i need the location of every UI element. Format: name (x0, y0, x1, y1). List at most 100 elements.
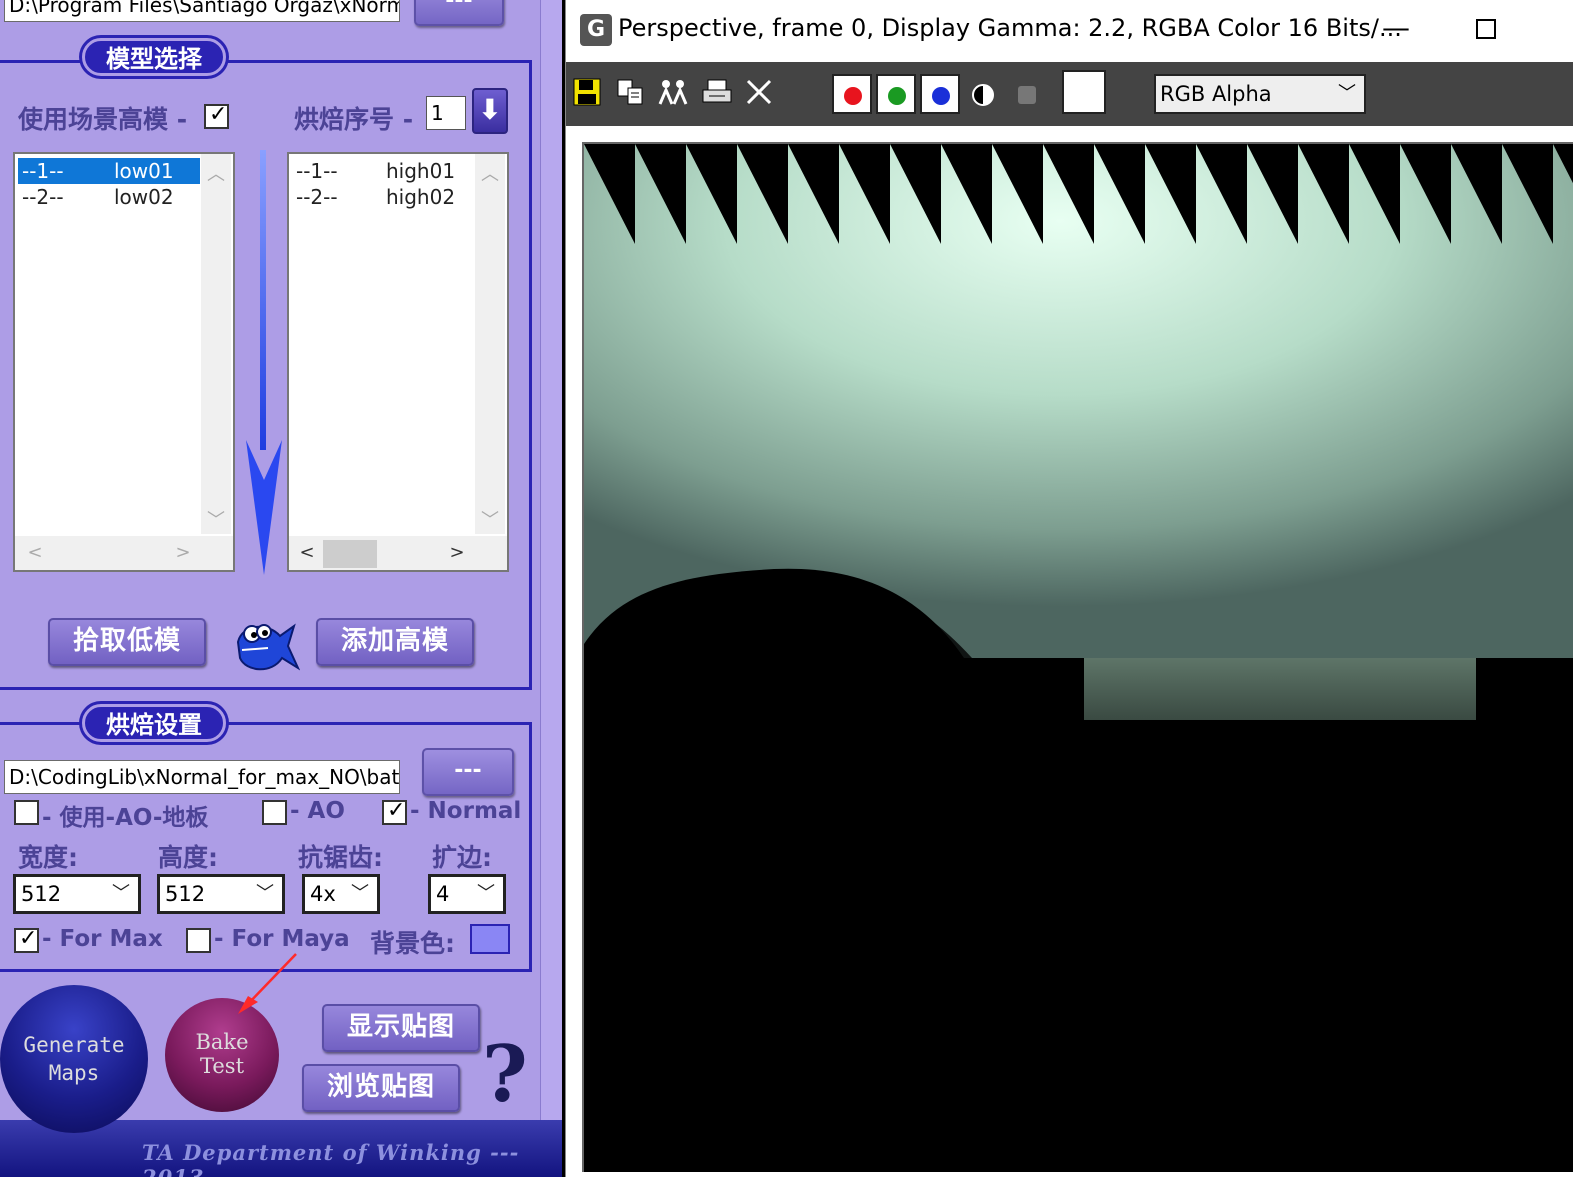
copy-icon[interactable] (614, 78, 648, 112)
ao-checkbox[interactable] (262, 800, 287, 825)
height-select[interactable]: 512 ﹀ (157, 874, 285, 914)
pick-low-button[interactable]: 拾取低模 (48, 618, 206, 666)
ao-label: - AO (290, 798, 345, 824)
frame-window: G Perspective, frame 0, Display Gamma: 2… (565, 0, 1573, 1177)
bake-index-down-button[interactable]: ⬇ (472, 88, 508, 134)
for-max-checkbox[interactable]: ✓ (14, 927, 39, 953)
list-item-index: --2-- (22, 185, 64, 209)
output-path-field[interactable]: D:\CodingLib\xNormal_for_max_NO\batc (4, 760, 400, 794)
browse-map-button[interactable]: 浏览贴图 (302, 1064, 460, 1112)
chevron-down-icon: ﹀ (351, 883, 369, 904)
use-ao-floor-label: - 使用-AO-地板 (42, 805, 209, 831)
list-item-index: --1-- (22, 159, 64, 183)
pad-label: 扩边: (432, 843, 492, 872)
check-icon: ✓ (387, 798, 406, 823)
high-list-hscroll[interactable]: < > (289, 536, 507, 570)
channel-select[interactable]: RGB Alpha ﹀ (1154, 74, 1366, 114)
show-map-button[interactable]: 显示贴图 (322, 1004, 480, 1052)
monochrome-icon[interactable] (972, 84, 994, 106)
width-label: 宽度: (18, 843, 78, 872)
help-icon[interactable]: ? (482, 1035, 528, 1115)
channel-select-value: RGB Alpha (1160, 82, 1272, 106)
flow-arrow-icon (246, 150, 282, 575)
close-button[interactable] (1556, 10, 1573, 50)
green-channel-button[interactable] (876, 74, 916, 114)
list-item-index: --1-- (296, 159, 338, 183)
list-item-name: high02 (386, 185, 456, 209)
bake-index-label: 烘焙序号 - (294, 105, 414, 134)
bg-color-label: 背景色: (370, 929, 455, 958)
bg-color-swatch[interactable] (470, 924, 510, 954)
bake-tool-panel: D:\Program Files\Santiago Orgaz\xNormal … (0, 0, 562, 1177)
maximize-button[interactable] (1466, 10, 1506, 50)
normal-checkbox[interactable]: ✓ (382, 798, 407, 825)
output-path-browse-button[interactable]: --- (422, 748, 514, 796)
list-item-name: low02 (114, 185, 174, 209)
scroll-down-icon[interactable]: ﹀ (204, 506, 228, 532)
chevron-down-icon: ﹀ (256, 883, 274, 904)
blue-channel-button[interactable] (920, 74, 960, 114)
bake-index-input[interactable]: 1 (426, 96, 466, 130)
top-path-field[interactable]: D:\Program Files\Santiago Orgaz\xNormal (4, 0, 400, 22)
list-item-index: --2-- (296, 185, 338, 209)
window-title: Perspective, frame 0, Display Gamma: 2.2… (618, 14, 1402, 42)
scroll-thumb[interactable] (323, 540, 377, 568)
high-poly-list[interactable]: --1-- high01 --2-- high02 ︿ ﹀ < > (287, 152, 509, 572)
aa-select-value: 4x (310, 882, 336, 906)
frame-toolbar: RGB Alpha ﹀ (566, 62, 1573, 126)
chevron-down-icon: ﹀ (112, 883, 130, 904)
list-item[interactable]: --2-- low02 (18, 184, 200, 210)
scroll-right-icon[interactable]: > (171, 542, 195, 563)
scroll-up-icon[interactable]: ︿ (204, 160, 228, 186)
aa-label: 抗锯齿: (298, 843, 383, 872)
width-select[interactable]: 512 ﹀ (13, 874, 141, 914)
scroll-up-icon[interactable]: ︿ (478, 160, 502, 186)
height-select-value: 512 (165, 882, 206, 906)
scroll-left-icon[interactable]: < (295, 542, 319, 563)
bake-test-label-line2: Test (199, 1054, 245, 1078)
high-list-vscroll[interactable]: ︿ ﹀ (475, 154, 505, 534)
low-poly-list[interactable]: --1-- low01 --2-- low02 ︿ ﹀ < > (13, 152, 235, 572)
scroll-right-icon[interactable]: > (445, 542, 469, 563)
aa-select[interactable]: 4x ﹀ (302, 874, 380, 914)
for-maya-checkbox[interactable] (186, 928, 211, 953)
generate-maps-label-line1: Generate (23, 1033, 125, 1057)
use-ao-floor-checkbox[interactable] (14, 800, 39, 825)
scroll-left-icon[interactable]: < (23, 542, 47, 563)
red-channel-button[interactable] (832, 74, 872, 114)
window-titlebar[interactable]: G Perspective, frame 0, Display Gamma: 2… (566, 0, 1573, 62)
render-image (584, 144, 1573, 1172)
alpha-channel-icon[interactable] (1018, 86, 1036, 104)
print-icon[interactable] (700, 78, 734, 112)
generate-maps-button[interactable]: Generate Maps (0, 985, 148, 1133)
scroll-down-icon[interactable]: ﹀ (478, 506, 502, 532)
bake-test-label-line1: Bake (195, 1030, 249, 1054)
fish-mascot-icon (236, 623, 300, 671)
use-scene-hi-checkbox[interactable]: ✓ (204, 103, 229, 129)
list-item-name: low01 (114, 159, 174, 183)
bake-group-title: 烘焙设置 (82, 704, 226, 742)
clear-icon[interactable] (742, 78, 776, 112)
render-viewport[interactable] (582, 142, 1573, 1172)
background-color-swatch[interactable] (1062, 70, 1106, 114)
top-path-browse-button[interactable]: --- (414, 0, 504, 26)
list-item[interactable]: --1-- low01 (18, 158, 200, 184)
bake-test-button[interactable]: Bake Test (165, 998, 279, 1112)
low-list-hscroll[interactable]: < > (15, 536, 233, 570)
model-group-title: 模型选择 (82, 38, 226, 76)
list-item-name: high01 (386, 159, 456, 183)
save-icon[interactable] (570, 78, 604, 112)
chevron-down-icon: ﹀ (477, 883, 495, 904)
add-high-button[interactable]: 添加高模 (316, 618, 474, 666)
pad-select[interactable]: 4 ﹀ (428, 874, 506, 914)
chevron-down-icon: ﹀ (1338, 83, 1356, 104)
minimize-button[interactable]: — (1376, 10, 1416, 50)
maximize-icon (1476, 19, 1496, 39)
low-list-vscroll[interactable]: ︿ ﹀ (201, 154, 231, 534)
red-channel-icon (844, 87, 862, 105)
list-item[interactable]: --2-- high02 (292, 184, 474, 210)
list-item[interactable]: --1-- high01 (292, 158, 474, 184)
clone-icon[interactable] (656, 78, 690, 112)
arrow-down-icon: ⬇ (478, 93, 502, 126)
for-max-label: - For Max (42, 926, 163, 952)
